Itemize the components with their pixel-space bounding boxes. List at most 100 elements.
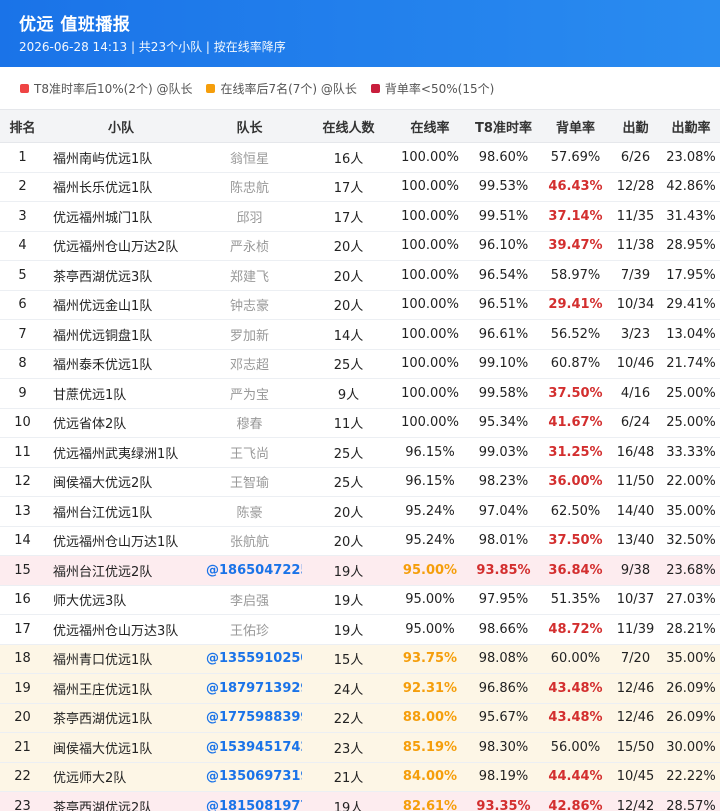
table-row: 20茶亭西湖优远1队@1775988399222人88.00%95.67%43.… xyxy=(0,703,720,733)
cell-team: 师大优远3队 xyxy=(45,585,197,615)
cell-rank: 10 xyxy=(0,408,45,438)
cell-att: 7/39 xyxy=(609,260,662,291)
cell-online: 16人 xyxy=(302,142,395,173)
cell-att: 14/40 xyxy=(609,496,662,527)
table-row: 17 优远福州仓山万达3队 王佑珍 19人 95.00% 98.66% 48.72% 11/3… xyxy=(0,614,720,645)
table-row: 14 优远福州仓山万达1队 张航航 20人 95.24% 98.01% 37.50% 13/4… xyxy=(0,526,720,556)
cell-rank: 22 xyxy=(0,762,45,792)
col-online: 在线人数 xyxy=(302,109,395,143)
cell-att: 12/46 xyxy=(609,703,662,733)
cell-online: 9人 xyxy=(302,378,395,409)
cell-back: 51.35% xyxy=(542,585,609,615)
cell-back: 44.44% xyxy=(542,762,609,792)
cell-rank: 9 xyxy=(0,378,45,409)
cell-att-rate: 35.00% xyxy=(662,496,720,527)
cell-rate: 95.00% xyxy=(395,585,465,615)
cell-t8: 98.01% xyxy=(465,526,542,556)
cell-back: 43.48% xyxy=(542,673,609,704)
cell-leader-mention[interactable]: @15394517421 xyxy=(197,732,302,763)
cell-rate: 100.00% xyxy=(395,290,465,320)
cell-leader-mention[interactable]: @13559102505 xyxy=(197,644,302,674)
cell-back: 57.69% xyxy=(542,142,609,173)
table-row: 21闽侯福大优远1队@1539451742123人85.19%98.30%56.… xyxy=(0,732,720,763)
cell-back: 36.84% xyxy=(542,555,609,586)
col-t8: T8准时率 xyxy=(465,109,542,143)
cell-rate: 100.00% xyxy=(395,172,465,202)
cell-team: 福州长乐优远1队 xyxy=(45,172,197,202)
cell-leader: 王飞尚 xyxy=(197,437,302,468)
cell-back: 60.00% xyxy=(542,644,609,674)
cell-leader: 李启强 xyxy=(197,585,302,615)
cell-att-rate: 22.00% xyxy=(662,467,720,497)
cell-att: 12/46 xyxy=(609,673,662,704)
cell-leader: 翁恒星 xyxy=(197,142,302,173)
cell-rank: 20 xyxy=(0,703,45,733)
cell-att: 6/24 xyxy=(609,408,662,438)
cell-t8: 95.67% xyxy=(465,703,542,733)
cell-rank: 14 xyxy=(0,526,45,556)
cell-online: 15人 xyxy=(302,644,395,674)
table-row: 3 优远福州城门1队 邱羽 17人 100.00% 99.51% 37.14% 11/35 31… xyxy=(0,201,720,232)
cell-leader: 邓志超 xyxy=(197,349,302,379)
cell-online: 22人 xyxy=(302,703,395,733)
cell-att-rate: 27.03% xyxy=(662,585,720,615)
legend-item-back: 背单率<50%(15个) xyxy=(370,80,494,97)
cell-att: 10/34 xyxy=(609,290,662,320)
cell-t8: 99.10% xyxy=(465,349,542,379)
cell-t8: 98.19% xyxy=(465,762,542,792)
cell-team: 优远福州仓山万达2队 xyxy=(45,231,197,261)
table-row: 8 福州泰禾优远1队 邓志超 25人 100.00% 99.10% 60.87% 10/46 2… xyxy=(0,349,720,379)
cell-leader-mention[interactable]: @18650472258 xyxy=(197,555,302,586)
cell-att: 11/50 xyxy=(609,467,662,497)
cell-att-rate: 26.09% xyxy=(662,703,720,733)
cell-att-rate: 23.68% xyxy=(662,555,720,586)
cell-team: 优远福州武夷绿洲1队 xyxy=(45,437,197,468)
cell-rate: 96.15% xyxy=(395,437,465,468)
cell-back: 37.50% xyxy=(542,526,609,556)
cell-att-rate: 32.50% xyxy=(662,526,720,556)
col-team: 小队 xyxy=(45,109,197,143)
cell-att-rate: 30.00% xyxy=(662,732,720,763)
col-att-rate: 出勤率 xyxy=(662,109,720,143)
cell-rate: 95.00% xyxy=(395,614,465,645)
duty-table: 排名 小队 队长 在线人数 在线率 T8准时率 背单率 出勤 出勤率 1 福州南屿… xyxy=(0,109,720,811)
legend-swatch-online xyxy=(206,83,216,93)
cell-team: 闽侯福大优远2队 xyxy=(45,467,197,497)
cell-rank: 2 xyxy=(0,172,45,202)
table-row: 5 茶亭西湖优远3队 郑建飞 20人 100.00% 96.54% 58.97% 7/39 17… xyxy=(0,260,720,291)
cell-team: 福州南屿优远1队 xyxy=(45,142,197,173)
cell-att-rate: 33.33% xyxy=(662,437,720,468)
col-att: 出勤 xyxy=(609,109,662,143)
cell-att: 16/48 xyxy=(609,437,662,468)
cell-team: 优远福州仓山万达1队 xyxy=(45,526,197,556)
cell-back: 62.50% xyxy=(542,496,609,527)
cell-att: 15/50 xyxy=(609,732,662,763)
cell-online: 20人 xyxy=(302,290,395,320)
cell-team: 甘蔗优远1队 xyxy=(45,378,197,409)
cell-t8: 96.10% xyxy=(465,231,542,261)
cell-att: 13/40 xyxy=(609,526,662,556)
cell-team: 福州青口优远1队 xyxy=(45,644,197,674)
cell-att: 3/23 xyxy=(609,319,662,350)
cell-t8: 93.35% xyxy=(465,791,542,811)
cell-rate: 100.00% xyxy=(395,142,465,173)
table-row: 6 福州优远金山1队 钟志豪 20人 100.00% 96.51% 29.41% 10/34 2… xyxy=(0,290,720,320)
cell-online: 21人 xyxy=(302,762,395,792)
cell-leader-mention[interactable]: @18797139291 xyxy=(197,673,302,704)
cell-rank: 16 xyxy=(0,585,45,615)
cell-online: 14人 xyxy=(302,319,395,350)
cell-leader-mention[interactable]: @18150819772 xyxy=(197,791,302,811)
cell-leader: 王智瑜 xyxy=(197,467,302,497)
cell-leader-mention[interactable]: @13506973190 xyxy=(197,762,302,792)
legend-swatch-t8 xyxy=(20,83,29,93)
cell-online: 25人 xyxy=(302,437,395,468)
table-row: 7 福州优远铜盘1队 罗加新 14人 100.00% 96.61% 56.52% 3/23 13… xyxy=(0,319,720,350)
cell-att-rate: 13.04% xyxy=(662,319,720,350)
cell-online: 25人 xyxy=(302,467,395,497)
legend-label-t8: T8准时率后10%(2个) @队长 xyxy=(34,81,193,96)
cell-att: 11/35 xyxy=(609,201,662,232)
cell-rate: 95.00% xyxy=(395,555,465,586)
cell-rank: 15 xyxy=(0,555,45,586)
cell-att: 6/26 xyxy=(609,142,662,173)
cell-leader-mention[interactable]: @17759883992 xyxy=(197,703,302,733)
